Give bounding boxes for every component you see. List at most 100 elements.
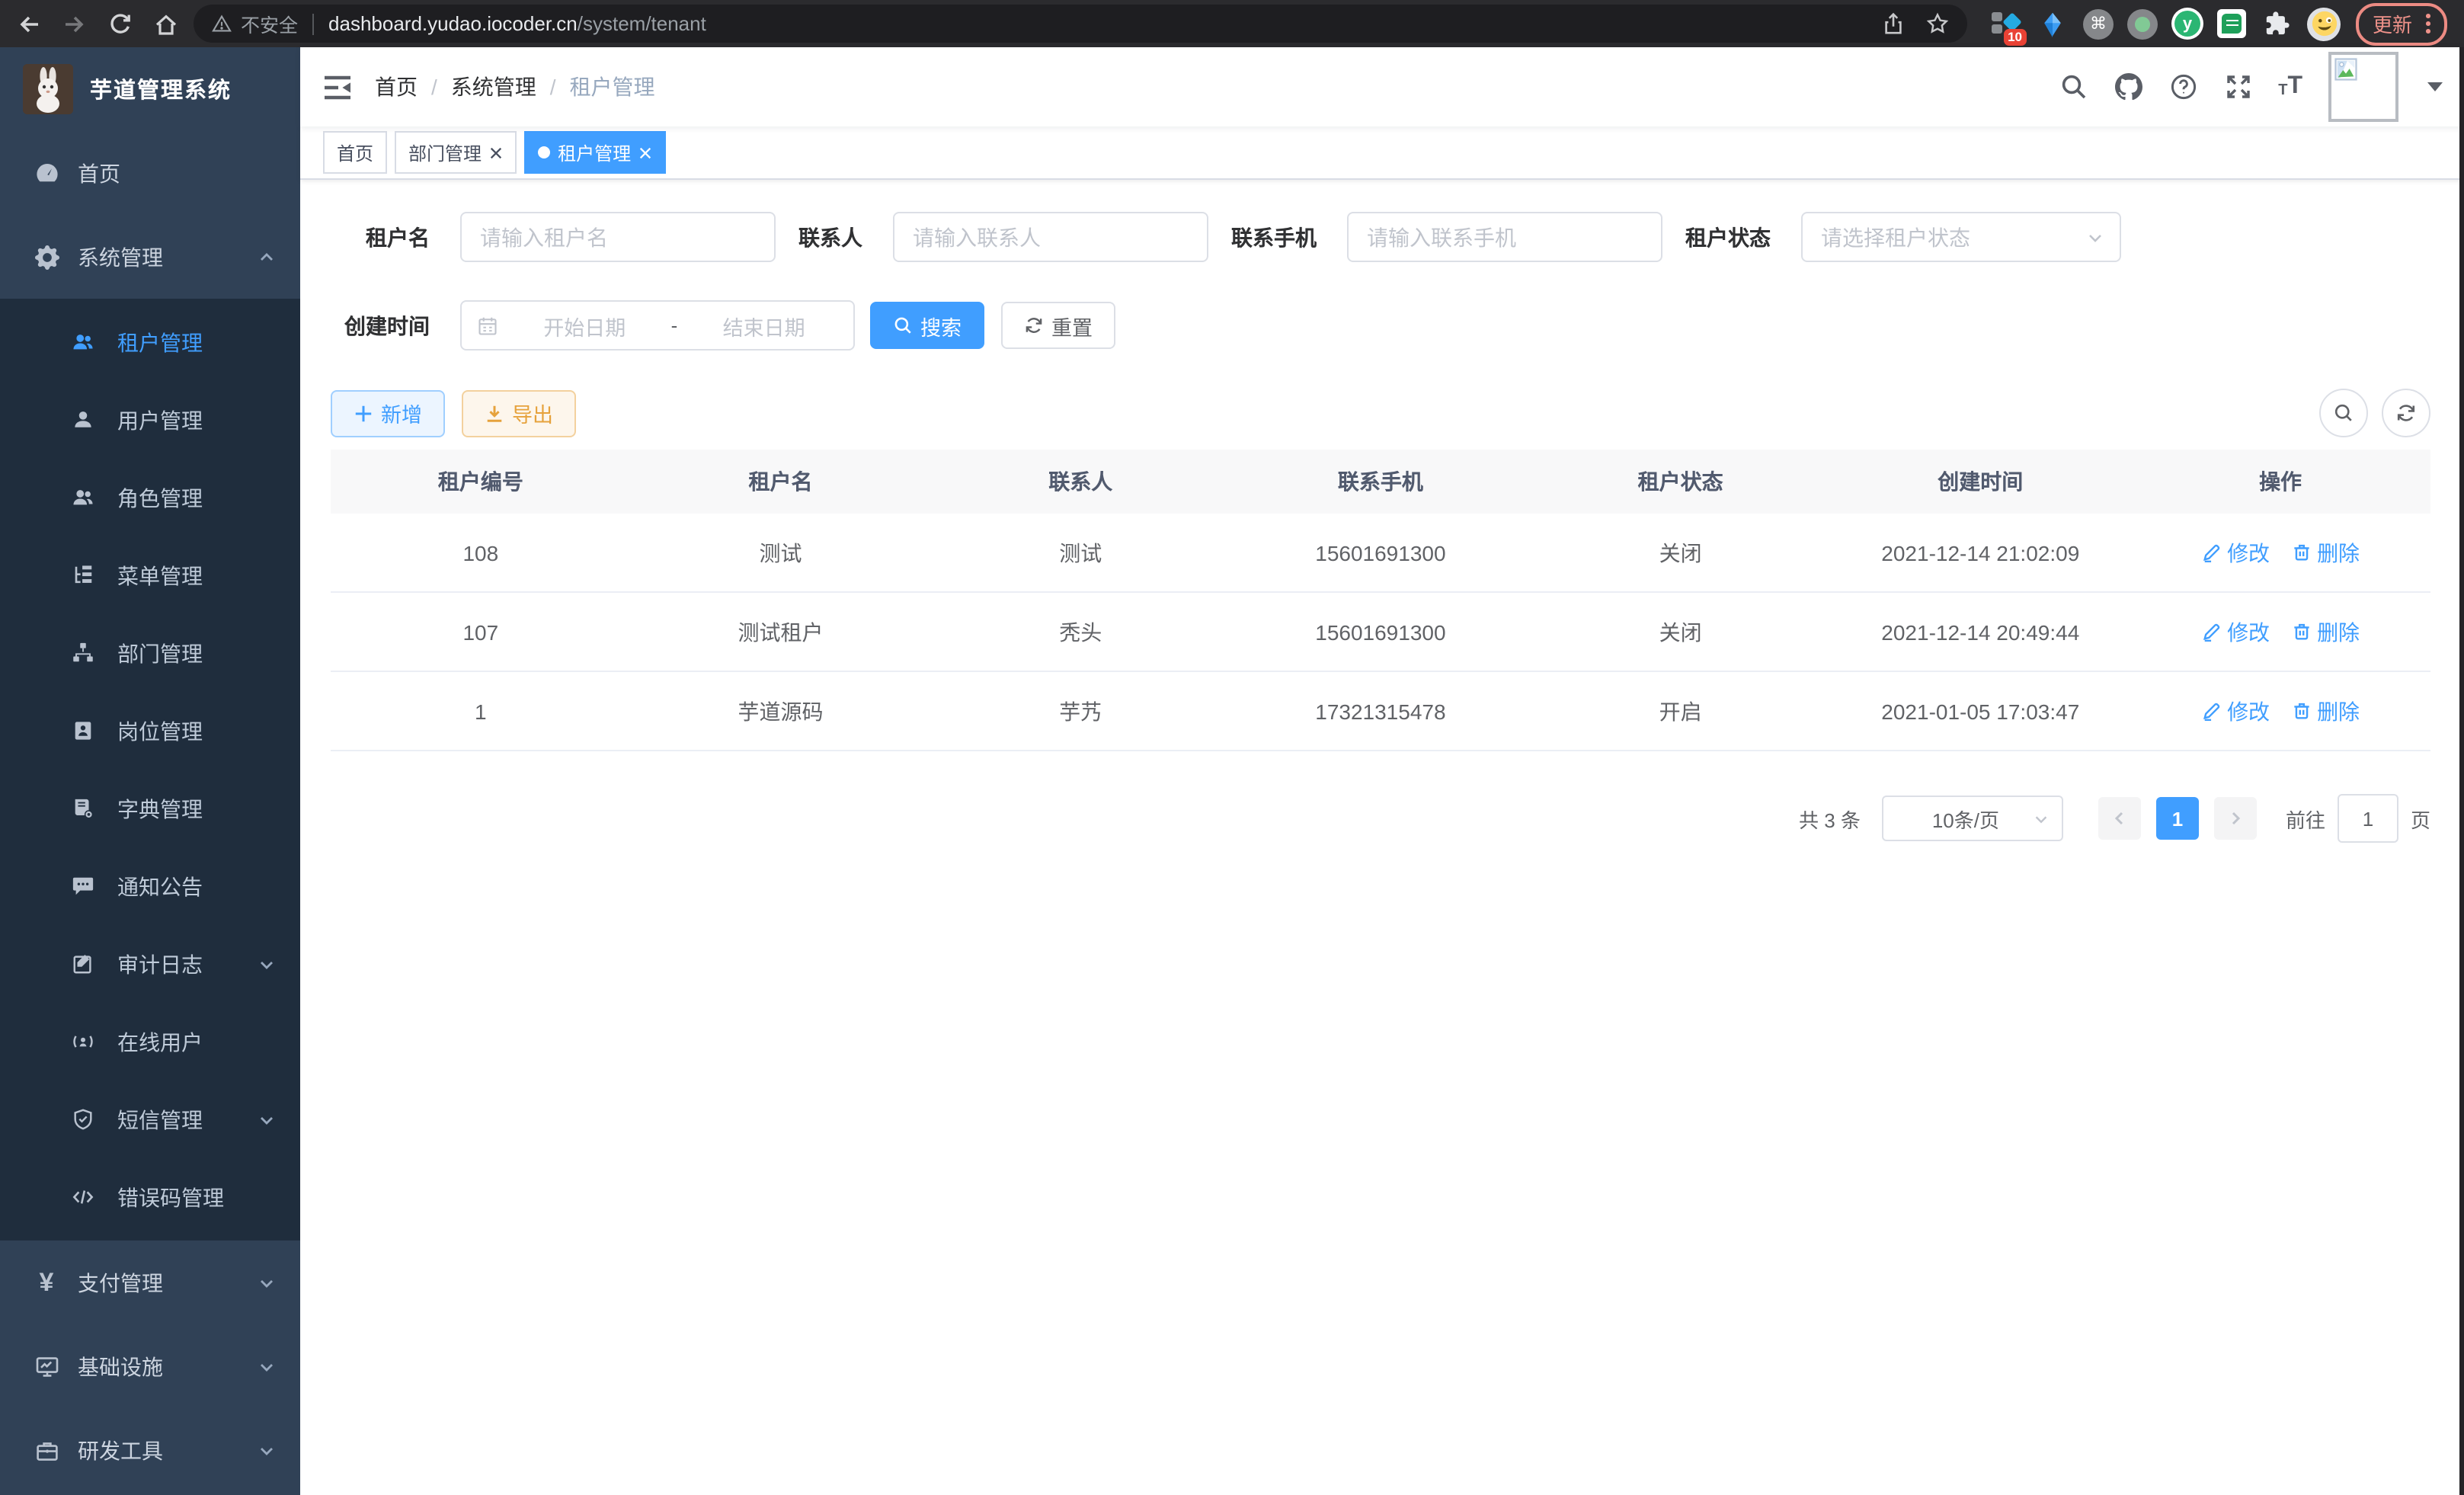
trash-icon: [2291, 622, 2311, 642]
trash-icon: [2291, 701, 2311, 721]
sidebar-item-user[interactable]: 用户管理: [0, 381, 300, 459]
forward-icon[interactable]: [61, 11, 87, 37]
sidebar-item-notice[interactable]: 通知公告: [0, 847, 300, 925]
pencil-icon: [2201, 701, 2221, 721]
address-bar[interactable]: 不安全 dashboard.yudao.iocoder.cn/system/te…: [194, 5, 1967, 43]
tab-manager-extension-icon[interactable]: 10: [1989, 7, 2022, 40]
create-time-range-picker[interactable]: 开始日期 - 结束日期: [460, 300, 855, 351]
fullscreen-icon[interactable]: [2223, 72, 2252, 101]
tenant-name-input[interactable]: [460, 212, 776, 262]
browser-menu-dots-icon[interactable]: [2426, 14, 2430, 34]
update-button[interactable]: 更新: [2356, 2, 2447, 45]
sidebar-item-sms[interactable]: 短信管理: [0, 1080, 300, 1158]
next-page-button[interactable]: [2214, 797, 2257, 840]
tag-dept[interactable]: 部门管理: [395, 131, 517, 174]
table-row: 108 测试 测试 15601691300 关闭 2021-12-14 21:0…: [331, 514, 2430, 592]
toggle-search-button[interactable]: [2319, 389, 2368, 437]
page-size-select[interactable]: 10条/页: [1882, 796, 2063, 841]
not-secure-warning-icon: [212, 14, 241, 34]
status-select[interactable]: 请选择租户状态: [1801, 212, 2121, 262]
tag-tenant[interactable]: 租户管理: [524, 131, 666, 174]
user-menu-caret-icon[interactable]: [2427, 82, 2443, 91]
balloon-extension-icon[interactable]: [2036, 7, 2069, 40]
y-extension-icon[interactable]: y: [2171, 8, 2203, 40]
sidebar-item-devtools[interactable]: 研发工具: [0, 1408, 300, 1492]
edit-button[interactable]: 修改: [2201, 696, 2270, 726]
extensions-puzzle-icon[interactable]: [2260, 7, 2293, 40]
breadcrumb-system[interactable]: 系统管理: [451, 72, 536, 102]
add-button[interactable]: 新增: [331, 389, 445, 437]
close-icon[interactable]: [638, 146, 652, 159]
sidebar-item-error-code[interactable]: 错误码管理: [0, 1158, 300, 1236]
tenant-table: 租户编号 租户名 联系人 联系手机 租户状态 创建时间 操作 108 测试: [331, 450, 2430, 751]
goto-label: 前往: [2286, 804, 2325, 833]
sidebar-item-infrastructure[interactable]: 基础设施: [0, 1324, 300, 1408]
sidebar-item-system[interactable]: 系统管理: [0, 215, 300, 299]
monitor-icon: [34, 1353, 59, 1379]
online-icon: [70, 1029, 94, 1054]
delete-button[interactable]: 删除: [2291, 696, 2360, 726]
tag-home[interactable]: 首页: [323, 131, 387, 174]
status-label: 租户状态: [1685, 222, 1771, 252]
trash-icon: [2291, 543, 2311, 562]
sidebar-item-post[interactable]: 岗位管理: [0, 692, 300, 770]
contact-input[interactable]: [893, 212, 1208, 262]
prev-page-button[interactable]: [2098, 797, 2141, 840]
search-icon: [893, 315, 913, 335]
current-page-button[interactable]: 1: [2156, 797, 2199, 840]
github-icon[interactable]: [2114, 72, 2142, 101]
export-button[interactable]: 导出: [462, 389, 576, 437]
sidebar-fold-icon[interactable]: [300, 47, 375, 126]
sidebar-item-tenant[interactable]: 租户管理: [0, 303, 300, 381]
command-extension-icon[interactable]: ⌘: [2083, 8, 2114, 39]
sidebar: 芋道管理系统 首页 系统管理: [0, 47, 300, 1495]
back-icon[interactable]: [15, 11, 41, 37]
chevron-down-icon: [2086, 228, 2104, 246]
download-icon: [485, 403, 504, 423]
edit-button[interactable]: 修改: [2201, 616, 2270, 647]
share-icon[interactable]: [1882, 12, 1905, 35]
yen-icon: ¥: [34, 1269, 59, 1295]
delete-button[interactable]: 删除: [2291, 537, 2360, 568]
edit-button[interactable]: 修改: [2201, 537, 2270, 568]
reload-icon[interactable]: [107, 11, 133, 37]
bookmark-star-icon[interactable]: [1926, 12, 1949, 35]
sidebar-item-audit-log[interactable]: 审计日志: [0, 925, 300, 1003]
sidebar-item-dict[interactable]: 字典管理: [0, 770, 300, 847]
col-created: 创建时间: [1830, 450, 2130, 514]
avatar[interactable]: [2328, 52, 2398, 122]
breadcrumb: 首页 / 系统管理 / 租户管理: [375, 72, 655, 102]
goto-page-input[interactable]: [2338, 794, 2398, 843]
close-icon[interactable]: [489, 146, 503, 159]
sidebar-item-home[interactable]: 首页: [0, 131, 300, 215]
reset-button[interactable]: 重置: [1001, 302, 1115, 349]
contact-label: 联系人: [798, 222, 862, 252]
refresh-table-button[interactable]: [2382, 389, 2430, 437]
app-logo-image: [23, 64, 73, 114]
url-path: /system/tenant: [578, 12, 706, 35]
delete-button[interactable]: 删除: [2291, 616, 2360, 647]
table-row: 107 测试租户 秃头 15601691300 关闭 2021-12-14 20…: [331, 592, 2430, 671]
mobile-input[interactable]: [1347, 212, 1662, 262]
search-button[interactable]: 搜索: [870, 302, 984, 349]
profile-avatar-icon[interactable]: [2307, 7, 2341, 40]
status-text: 关闭: [1531, 592, 1831, 671]
tags-view: 首页 部门管理 租户管理: [300, 126, 2464, 180]
search-icon: [2333, 402, 2354, 424]
recorder-extension-icon[interactable]: [2127, 8, 2158, 39]
chat-extension-icon[interactable]: [2217, 9, 2246, 38]
help-icon[interactable]: [2168, 72, 2197, 101]
sidebar-item-menu[interactable]: 菜单管理: [0, 536, 300, 614]
home-icon[interactable]: [152, 11, 178, 37]
breadcrumb-home[interactable]: 首页: [375, 72, 418, 102]
search-icon[interactable]: [2059, 72, 2088, 101]
roles-icon: [70, 485, 94, 510]
notice-icon: [70, 874, 94, 898]
sidebar-item-online-user[interactable]: 在线用户: [0, 1003, 300, 1080]
sidebar-item-payment[interactable]: ¥ 支付管理: [0, 1240, 300, 1324]
sidebar-item-dept[interactable]: 部门管理: [0, 614, 300, 692]
sidebar-item-role[interactable]: 角色管理: [0, 459, 300, 536]
dashboard-icon: [34, 160, 59, 186]
font-size-icon[interactable]: TT: [2278, 75, 2302, 99]
page-unit-label: 页: [2411, 804, 2430, 833]
